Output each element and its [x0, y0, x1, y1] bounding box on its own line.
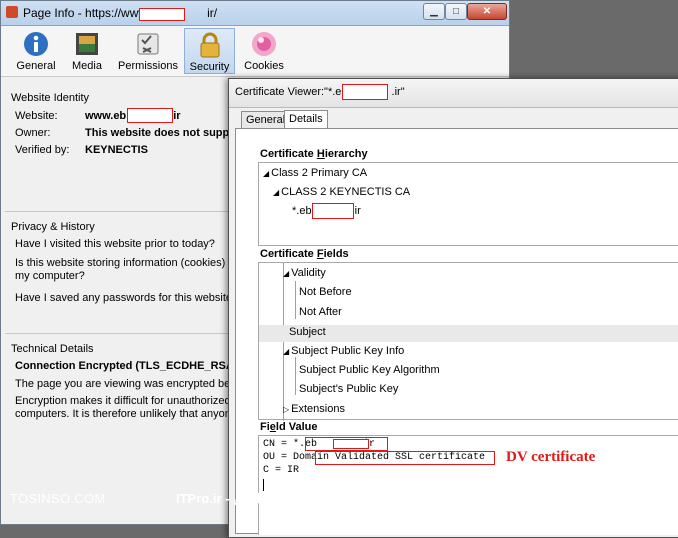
dv-certificate-annotation: DV certificate	[506, 449, 596, 465]
page-info-toolbar: General Media Permissions Security Cooki…	[1, 26, 509, 77]
redaction-box	[333, 439, 369, 449]
padlock-icon	[196, 31, 224, 59]
cookies-question-cont: my computer?	[15, 270, 85, 282]
tab-details[interactable]: Details	[284, 110, 328, 129]
encryption-text: Encryption makes it difficult for unauth…	[15, 395, 231, 407]
close-button[interactable]: ✕	[467, 3, 507, 20]
certificate-viewer-window: Certificate Viewer:"*.eb .ir" General Det…	[228, 78, 678, 538]
field-spki[interactable]: ◢ Subject Public Key Info	[283, 345, 404, 357]
technical-details-heading: Technical Details	[11, 343, 94, 355]
tree-guide-line	[295, 281, 296, 319]
expand-triangle-icon: ▷	[283, 405, 290, 414]
watermark-bar: TOSINSO.COM ITPro.ir - انجمن تخصصی فناور…	[0, 488, 678, 510]
owner-value: This website does not supply	[85, 127, 239, 139]
tree-item[interactable]: ◢ Class 2 Primary CA	[263, 167, 367, 179]
cookie-icon	[250, 30, 278, 58]
passwords-question: Have I saved any passwords for this webs…	[15, 292, 239, 304]
fields-heading: Certificate Fields	[260, 248, 349, 260]
watermark-left: TOSINSO.COM	[10, 491, 106, 506]
tree-guide-line	[283, 263, 284, 421]
tab-cookies[interactable]: Cookies	[241, 28, 287, 74]
field-value-box[interactable]: CN = *.eb.ir OU = Domain Validated SSL c…	[258, 435, 678, 535]
expand-triangle-icon: ◢	[283, 269, 290, 278]
encryption-text: The page you are viewing was encrypted b…	[15, 378, 240, 390]
watermark-right: ITPro.ir - انجمن تخصصی فناوری اطلاعات ای…	[176, 491, 436, 506]
hierarchy-tree[interactable]: ◢ Class 2 Primary CA ◢ CLASS 2 KEYNECTIS C…	[258, 162, 678, 246]
verified-by-label: Verified by:	[15, 144, 70, 156]
tab-general[interactable]: General	[241, 111, 291, 128]
hierarchy-heading: Certificate Hierarchy	[260, 148, 368, 160]
tree-item[interactable]: ◢ CLASS 2 KEYNECTIS CA	[273, 186, 410, 198]
minimize-button[interactable]: ▁	[423, 3, 445, 20]
field-public-key[interactable]: Subject's Public Key	[299, 383, 398, 395]
field-not-before[interactable]: Not Before	[299, 286, 352, 298]
certificate-viewer-titlebar[interactable]: Certificate Viewer:"*.eb .ir"	[229, 79, 678, 108]
connection-status: Connection Encrypted (TLS_ECDHE_RSA_WI	[15, 360, 254, 372]
info-icon	[22, 30, 50, 58]
redaction-box	[139, 8, 185, 21]
field-extensions[interactable]: ▷ Extensions	[283, 403, 345, 415]
expand-triangle-icon: ◢	[283, 347, 290, 356]
encryption-text: computers. It is therefore unlikely that…	[15, 408, 237, 420]
maximize-button[interactable]: □	[445, 3, 467, 20]
owner-label: Owner:	[15, 127, 51, 139]
field-value-heading: Field Value	[260, 421, 318, 433]
verified-by-value: KEYNECTIS	[85, 144, 148, 156]
redaction-box	[127, 108, 173, 123]
field-validity[interactable]: ◢ Validity	[283, 267, 326, 279]
details-panel: Certificate Hierarchy ◢ Class 2 Primary C…	[235, 128, 678, 535]
page-info-titlebar[interactable]: Page Info - https://www.eb ir/ ▁ □ ✕	[1, 1, 509, 26]
visited-question: Have I visited this website prior to tod…	[15, 238, 215, 250]
tree-guide-line	[295, 357, 296, 395]
tab-permissions[interactable]: Permissions	[115, 28, 181, 74]
tab-general[interactable]: General	[11, 28, 61, 74]
page-info-title: Page Info - https://www.eb ir/	[23, 6, 218, 20]
cookies-question: Is this website storing information (coo…	[15, 257, 235, 269]
firefox-icon	[6, 6, 18, 18]
field-spki-algorithm[interactable]: Subject Public Key Algorithm	[299, 364, 440, 376]
redaction-box	[312, 203, 354, 219]
website-label: Website:	[15, 110, 58, 122]
website-identity-heading: Website Identity	[11, 92, 90, 104]
fields-tree[interactable]: ◢ Validity Not Before Not After Subject ◢…	[258, 262, 678, 421]
c-line: C = IR	[263, 465, 300, 476]
tab-media[interactable]: Media	[65, 28, 109, 74]
annotation-box	[315, 451, 495, 465]
tab-security[interactable]: Security	[184, 28, 235, 74]
expand-triangle-icon: ◢	[273, 188, 280, 197]
field-subject[interactable]: Subject	[289, 326, 326, 338]
media-icon	[73, 30, 101, 58]
expand-triangle-icon: ◢	[263, 169, 270, 178]
redaction-box	[342, 84, 388, 100]
privacy-history-heading: Privacy & History	[11, 221, 95, 233]
permissions-icon	[134, 30, 162, 58]
field-not-after[interactable]: Not After	[299, 306, 342, 318]
